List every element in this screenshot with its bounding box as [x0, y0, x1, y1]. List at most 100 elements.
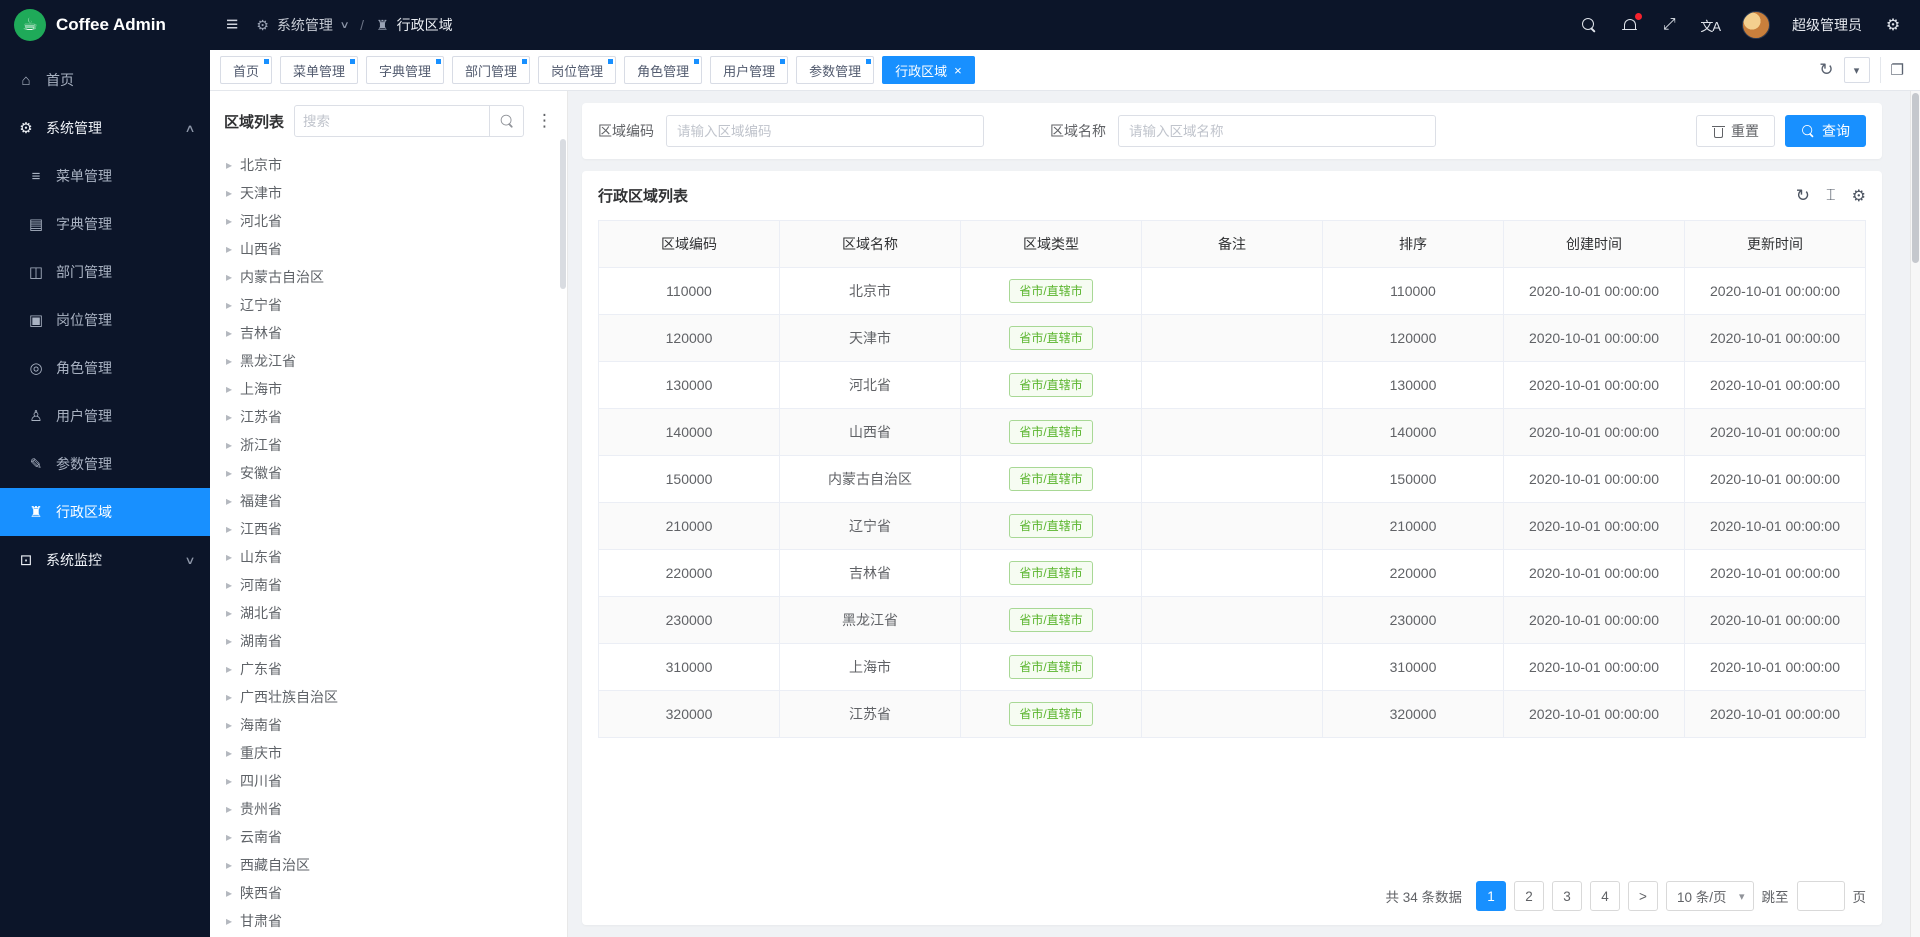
page-button[interactable]: 3	[1552, 881, 1582, 911]
caret-right-icon[interactable]	[226, 802, 232, 816]
caret-right-icon[interactable]	[226, 858, 232, 872]
caret-right-icon[interactable]	[226, 718, 232, 732]
refresh-icon[interactable]	[1819, 60, 1833, 80]
sidebar-subitem[interactable]: 用户管理	[0, 392, 210, 440]
caret-right-icon[interactable]	[226, 634, 232, 648]
caret-right-icon[interactable]	[226, 830, 232, 844]
caret-right-icon[interactable]	[226, 690, 232, 704]
table-row[interactable]: 320000 江苏省 省市/直辖市 320000 2020-10-01 00:0…	[599, 691, 1866, 738]
tree-item[interactable]: 四川省	[210, 767, 567, 795]
tree-item[interactable]: 安徽省	[210, 459, 567, 487]
tree-item[interactable]: 辽宁省	[210, 291, 567, 319]
tree-item[interactable]: 重庆市	[210, 739, 567, 767]
tree-search-button[interactable]	[489, 106, 523, 136]
page-button[interactable]: 4	[1590, 881, 1620, 911]
tree-item[interactable]: 浙江省	[210, 431, 567, 459]
sidebar-item-home[interactable]: 首页	[0, 56, 210, 104]
sidebar-subitem[interactable]: 菜单管理	[0, 152, 210, 200]
fullscreen-icon[interactable]	[1660, 16, 1678, 34]
sidebar-subitem[interactable]: 部门管理	[0, 248, 210, 296]
tree-search-input[interactable]	[295, 114, 489, 129]
table-row[interactable]: 230000 黑龙江省 省市/直辖市 230000 2020-10-01 00:…	[599, 597, 1866, 644]
tree-item[interactable]: 云南省	[210, 823, 567, 851]
tabs-dropdown-icon[interactable]	[1844, 57, 1870, 83]
tree-item[interactable]: 西藏自治区	[210, 851, 567, 879]
caret-right-icon[interactable]	[226, 354, 232, 368]
tab[interactable]: 角色管理	[624, 56, 702, 84]
tab[interactable]: 部门管理	[452, 56, 530, 84]
tab-close-icon[interactable]: ×	[954, 64, 962, 77]
caret-right-icon[interactable]	[226, 466, 232, 480]
query-button[interactable]: 查询	[1785, 115, 1866, 147]
page-size-select[interactable]: 10 条/页	[1666, 881, 1754, 911]
caret-right-icon[interactable]	[226, 662, 232, 676]
tree-item[interactable]: 广西壮族自治区	[210, 683, 567, 711]
tree-item[interactable]: 北京市	[210, 151, 567, 179]
reset-button[interactable]: 重置	[1696, 115, 1775, 147]
density-icon[interactable]	[1826, 187, 1836, 205]
caret-right-icon[interactable]	[226, 606, 232, 620]
tree-item[interactable]: 湖北省	[210, 599, 567, 627]
jump-page-input[interactable]	[1797, 881, 1845, 911]
breadcrumb-section[interactable]: 系统管理	[277, 15, 333, 35]
table-row[interactable]: 140000 山西省 省市/直辖市 140000 2020-10-01 00:0…	[599, 409, 1866, 456]
tab[interactable]: 行政区域 ×	[882, 56, 975, 84]
more-dots-icon[interactable]	[534, 111, 555, 131]
page-button[interactable]: 1	[1476, 881, 1506, 911]
region-code-input[interactable]	[666, 115, 984, 147]
translate-icon[interactable]	[1700, 16, 1720, 34]
caret-right-icon[interactable]	[226, 242, 232, 256]
tree-item[interactable]: 甘肃省	[210, 907, 567, 935]
tree-item[interactable]: 湖南省	[210, 627, 567, 655]
table-row[interactable]: 130000 河北省 省市/直辖市 130000 2020-10-01 00:0…	[599, 362, 1866, 409]
caret-right-icon[interactable]	[226, 494, 232, 508]
table-row[interactable]: 150000 内蒙古自治区 省市/直辖市 150000 2020-10-01 0…	[599, 456, 1866, 503]
avatar[interactable]	[1742, 11, 1770, 39]
tree-item[interactable]: 海南省	[210, 711, 567, 739]
search-icon[interactable]	[1580, 16, 1598, 34]
tree-item[interactable]: 福建省	[210, 487, 567, 515]
caret-right-icon[interactable]	[226, 214, 232, 228]
tree-scrollbar-thumb[interactable]	[560, 139, 566, 289]
caret-right-icon[interactable]	[226, 578, 232, 592]
caret-right-icon[interactable]	[226, 326, 232, 340]
table-row[interactable]: 110000 北京市 省市/直辖市 110000 2020-10-01 00:0…	[599, 268, 1866, 315]
caret-right-icon[interactable]	[226, 774, 232, 788]
tree-item[interactable]: 江苏省	[210, 403, 567, 431]
caret-right-icon[interactable]	[226, 158, 232, 172]
settings-gear-icon[interactable]	[1884, 16, 1902, 34]
panel-toggle-icon[interactable]	[1880, 57, 1910, 83]
refresh-icon[interactable]	[1796, 186, 1810, 206]
sidebar-subitem[interactable]: 参数管理	[0, 440, 210, 488]
page-button[interactable]: 2	[1514, 881, 1544, 911]
tab[interactable]: 参数管理	[796, 56, 874, 84]
region-name-input[interactable]	[1118, 115, 1436, 147]
table-row[interactable]: 310000 上海市 省市/直辖市 310000 2020-10-01 00:0…	[599, 644, 1866, 691]
table-row[interactable]: 120000 天津市 省市/直辖市 120000 2020-10-01 00:0…	[599, 315, 1866, 362]
sidebar-subitem[interactable]: 岗位管理	[0, 296, 210, 344]
table-row[interactable]: 220000 吉林省 省市/直辖市 220000 2020-10-01 00:0…	[599, 550, 1866, 597]
caret-right-icon[interactable]	[226, 914, 232, 928]
caret-right-icon[interactable]	[226, 438, 232, 452]
tab[interactable]: 岗位管理	[538, 56, 616, 84]
tree-item[interactable]: 山西省	[210, 235, 567, 263]
tree-item[interactable]: 上海市	[210, 375, 567, 403]
tree-item[interactable]: 黑龙江省	[210, 347, 567, 375]
tree-item[interactable]: 广东省	[210, 655, 567, 683]
hamburger-icon[interactable]	[226, 13, 238, 37]
tree-item[interactable]: 天津市	[210, 179, 567, 207]
sidebar-subitem[interactable]: 角色管理	[0, 344, 210, 392]
caret-right-icon[interactable]	[226, 382, 232, 396]
tab[interactable]: 菜单管理	[280, 56, 358, 84]
window-scrollbar[interactable]	[1910, 91, 1920, 937]
caret-right-icon[interactable]	[226, 270, 232, 284]
next-page-button[interactable]: >	[1628, 881, 1658, 911]
caret-right-icon[interactable]	[226, 550, 232, 564]
tree-item[interactable]: 贵州省	[210, 795, 567, 823]
tree-item[interactable]: 河北省	[210, 207, 567, 235]
user-name[interactable]: 超级管理员	[1792, 15, 1862, 35]
tab[interactable]: 用户管理	[710, 56, 788, 84]
tab[interactable]: 首页	[220, 56, 272, 84]
caret-right-icon[interactable]	[226, 186, 232, 200]
column-settings-gear-icon[interactable]	[1852, 186, 1866, 206]
